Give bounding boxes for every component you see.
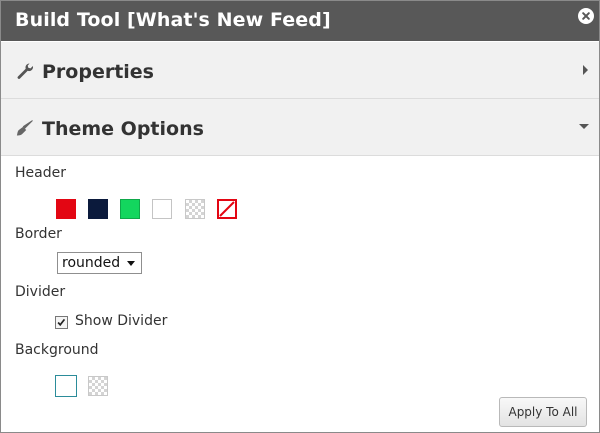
background-swatch-transparent[interactable]: [88, 376, 108, 396]
header-swatch-white[interactable]: [152, 199, 172, 219]
checkmark-icon: [57, 318, 66, 327]
header-swatch-red[interactable]: [56, 199, 76, 219]
header-swatch-navy[interactable]: [88, 199, 108, 219]
border-style-value: rounded: [62, 255, 121, 271]
paintbrush-icon: [16, 120, 33, 136]
theme-options-label: Theme Options: [42, 118, 204, 140]
background-swatch-white[interactable]: [55, 375, 77, 397]
apply-to-all-button[interactable]: Apply To All: [499, 397, 587, 427]
divider-label: Divider: [15, 284, 66, 300]
dropdown-arrow-icon: [127, 261, 135, 266]
chevron-down-icon: [579, 124, 589, 129]
wrench-icon: [17, 63, 34, 79]
chevron-right-icon: [583, 65, 588, 75]
header-swatch-none[interactable]: [217, 199, 237, 219]
close-icon[interactable]: [578, 8, 594, 24]
properties-section-header[interactable]: Properties: [1, 42, 599, 99]
background-label: Background: [15, 342, 99, 358]
header-label: Header: [15, 165, 66, 181]
header-swatch-transparent[interactable]: [185, 199, 205, 219]
properties-label: Properties: [42, 61, 154, 83]
title-bar: Build Tool [What's New Feed]: [1, 1, 599, 41]
dialog-title: Build Tool [What's New Feed]: [15, 9, 331, 31]
border-label: Border: [15, 226, 62, 242]
header-swatch-green[interactable]: [120, 199, 140, 219]
border-style-select[interactable]: rounded: [57, 252, 142, 274]
theme-options-section-header[interactable]: Theme Options: [1, 99, 599, 156]
show-divider-checkbox[interactable]: [55, 316, 68, 329]
show-divider-label[interactable]: Show Divider: [75, 313, 167, 329]
build-tool-dialog: Build Tool [What's New Feed] Properties …: [0, 0, 600, 433]
